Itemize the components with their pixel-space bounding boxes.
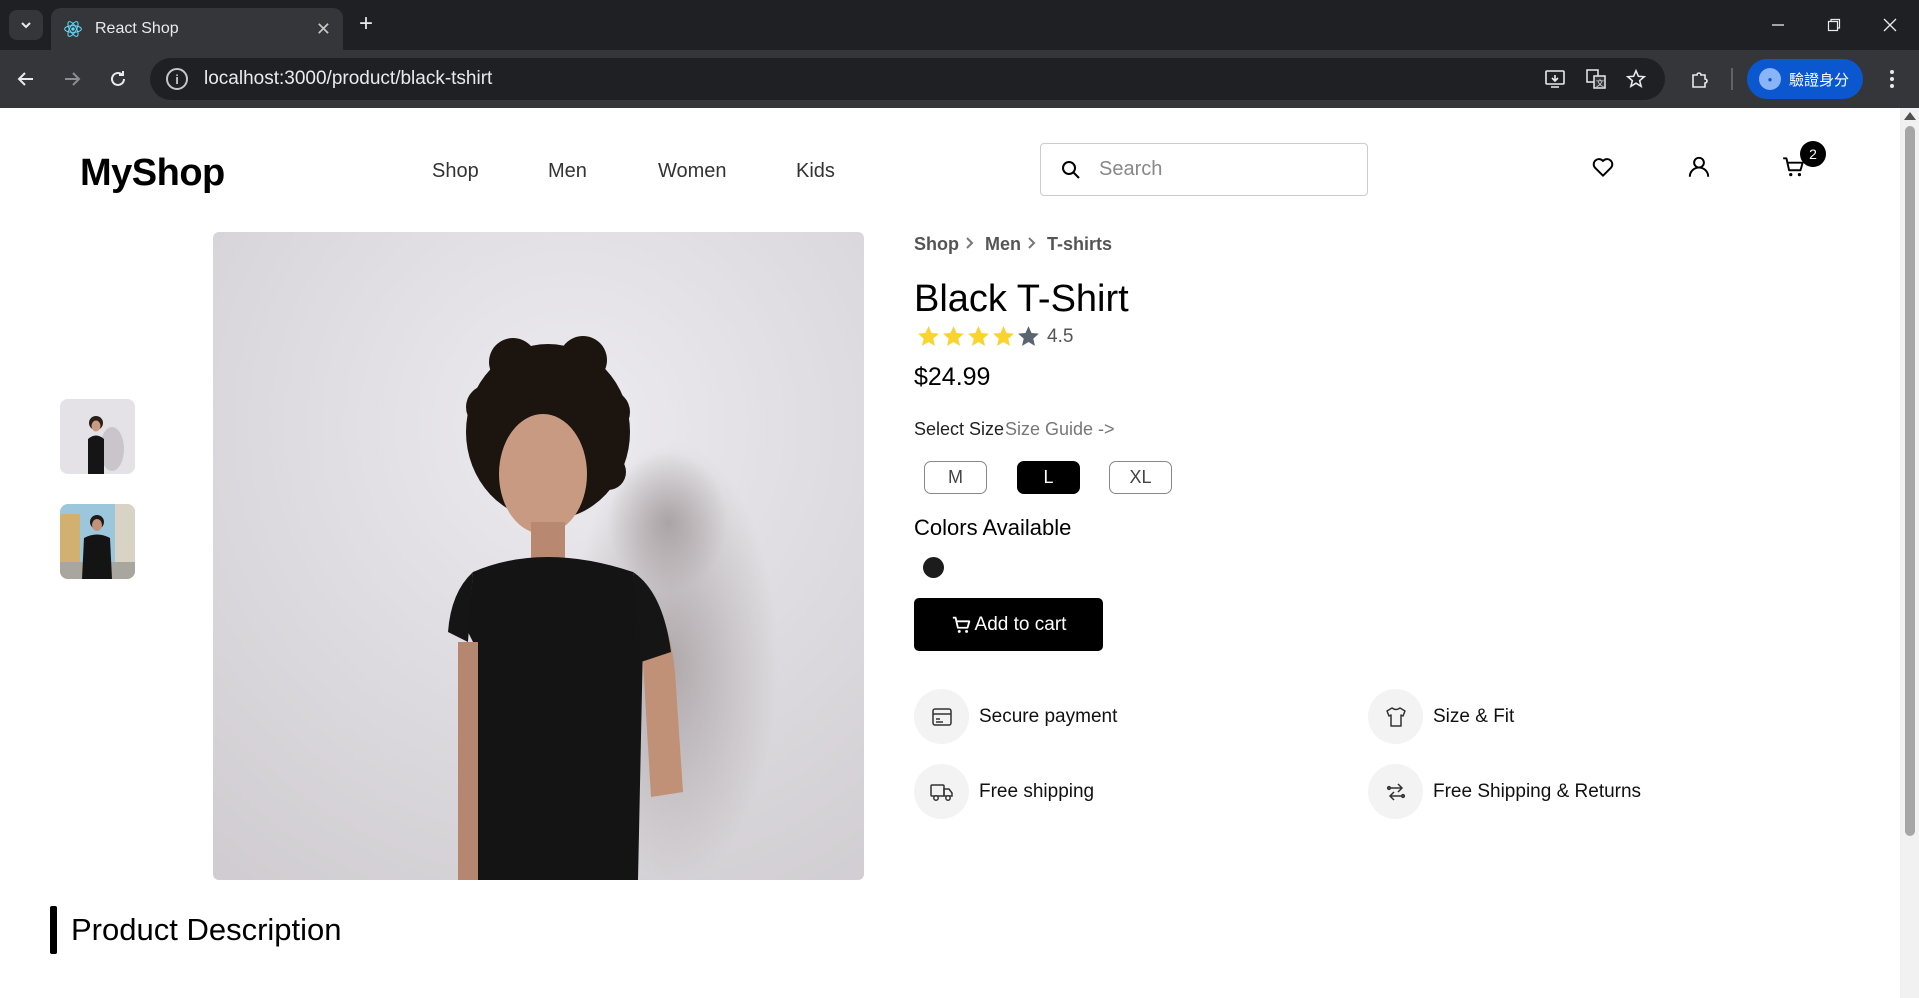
chevron-right-icon — [965, 234, 975, 255]
size-option-xl[interactable]: XL — [1109, 461, 1172, 494]
size-option-m[interactable]: M — [924, 461, 987, 494]
arrow-right-icon — [65, 72, 81, 86]
kebab-menu-icon — [1890, 70, 1894, 88]
avatar: ● — [1759, 68, 1781, 90]
add-to-cart-label: Add to cart — [974, 613, 1067, 635]
search-box[interactable] — [1040, 143, 1368, 196]
size-guide-link[interactable]: Size Guide -> — [1005, 419, 1115, 440]
search-input[interactable] — [1099, 158, 1339, 181]
account-button[interactable] — [1684, 152, 1714, 182]
product-description-heading: Product Description — [50, 906, 342, 954]
minimize-icon — [1772, 24, 1784, 26]
star-rating: 4.5 — [916, 324, 1073, 349]
browser-toolbar: i localhost:3000/product/black-tshirt 文 … — [0, 50, 1919, 108]
select-size-label: Select Size — [914, 419, 1005, 439]
star-icon — [918, 326, 939, 346]
star-icon — [993, 326, 1014, 346]
breadcrumb-item[interactable]: Men — [985, 234, 1021, 255]
breadcrumb-item[interactable]: Shop — [914, 234, 959, 255]
arrow-left-icon — [17, 72, 33, 86]
profile-label: 驗證身分 — [1789, 71, 1850, 89]
product-thumbnail[interactable] — [60, 399, 135, 474]
address-bar[interactable]: i localhost:3000/product/black-tshirt — [150, 58, 1665, 100]
close-tab-icon[interactable]: ✕ — [316, 19, 331, 40]
puzzle-icon — [1692, 72, 1708, 88]
browser-menu-button[interactable] — [1877, 64, 1907, 94]
section-title: Product Description — [71, 912, 342, 947]
colors-available-label: Colors Available — [914, 515, 1072, 540]
card-icon — [914, 689, 969, 744]
feature-secure-payment: Secure payment — [914, 689, 1117, 744]
tab-search-button[interactable] — [9, 10, 43, 40]
nav-men[interactable]: Men — [548, 160, 587, 183]
feature-label: Secure payment — [979, 705, 1118, 727]
nav-shop[interactable]: Shop — [432, 160, 479, 183]
product-title: Black T-Shirt — [914, 278, 1129, 320]
page-scrollbar[interactable] — [1900, 108, 1919, 998]
restore-icon — [1827, 18, 1841, 32]
reload-button[interactable] — [103, 64, 133, 94]
rating-value: 4.5 — [1047, 325, 1074, 347]
heading-accent-bar — [50, 906, 57, 954]
svg-text:文: 文 — [1596, 78, 1604, 88]
product-main-image — [213, 232, 864, 880]
scroll-up-arrow-icon[interactable] — [1904, 112, 1916, 120]
page: MyShop Shop Men Women Kids 2 — [0, 108, 1900, 998]
feature-label: Size & Fit — [1433, 705, 1515, 727]
site-info-icon[interactable]: i — [166, 68, 188, 90]
star-empty-icon — [1018, 326, 1039, 346]
forward-button[interactable] — [57, 64, 87, 94]
cart-icon — [952, 616, 970, 633]
wishlist-button[interactable] — [1588, 152, 1618, 182]
breadcrumb-item[interactable]: T-shirts — [1047, 234, 1112, 255]
heart-icon — [1592, 158, 1614, 177]
minimize-button[interactable] — [1750, 0, 1806, 50]
add-to-cart-button[interactable]: Add to cart — [914, 598, 1103, 651]
size-option-l[interactable]: L — [1017, 461, 1080, 494]
chevron-right-icon — [1027, 234, 1037, 255]
shirt-icon — [1368, 689, 1423, 744]
cart-count-badge: 2 — [1800, 141, 1826, 167]
feature-label: Free Shipping & Returns — [1433, 780, 1642, 802]
new-tab-button[interactable]: + — [352, 10, 380, 38]
nav-kids[interactable]: Kids — [796, 160, 835, 183]
close-window-button[interactable] — [1862, 0, 1918, 50]
close-icon — [1883, 18, 1897, 32]
feature-returns: Free Shipping & Returns — [1368, 764, 1641, 819]
extensions-button[interactable] — [1685, 64, 1715, 94]
browser-tab[interactable]: React Shop ✕ — [51, 8, 343, 50]
restore-button[interactable] — [1806, 0, 1862, 50]
tab-title: React Shop — [95, 20, 179, 37]
feature-free-shipping: Free shipping — [914, 764, 1094, 819]
back-button[interactable] — [11, 64, 41, 94]
bookmark-star-icon[interactable] — [1625, 68, 1647, 90]
star-icon — [968, 326, 989, 346]
install-app-icon[interactable] — [1544, 68, 1566, 90]
toolbar-divider — [1731, 68, 1733, 90]
profile-button[interactable]: ● 驗證身分 — [1747, 59, 1863, 99]
breadcrumb: Shop Men T-shirts — [914, 234, 1112, 255]
url-text: localhost:3000/product/black-tshirt — [204, 68, 493, 89]
search-icon — [1062, 160, 1080, 179]
chevron-down-icon — [21, 22, 31, 29]
product-price: $24.99 — [914, 363, 991, 391]
feature-size-fit: Size & Fit — [1368, 689, 1514, 744]
site-logo[interactable]: MyShop — [80, 152, 225, 195]
truck-icon — [914, 764, 969, 819]
translate-icon[interactable]: 文 — [1585, 68, 1607, 90]
color-swatch-black[interactable] — [923, 557, 944, 578]
star-icon — [943, 326, 964, 346]
reload-icon — [111, 71, 125, 86]
browser-tabstrip: React Shop ✕ + — [0, 0, 1919, 50]
nav-women[interactable]: Women — [658, 160, 727, 183]
react-logo-icon — [64, 21, 82, 37]
product-thumbnail[interactable] — [60, 504, 135, 579]
feature-label: Free shipping — [979, 780, 1095, 802]
user-icon — [1688, 156, 1710, 177]
returns-icon — [1368, 764, 1423, 819]
scrollbar-thumb[interactable] — [1905, 126, 1915, 836]
